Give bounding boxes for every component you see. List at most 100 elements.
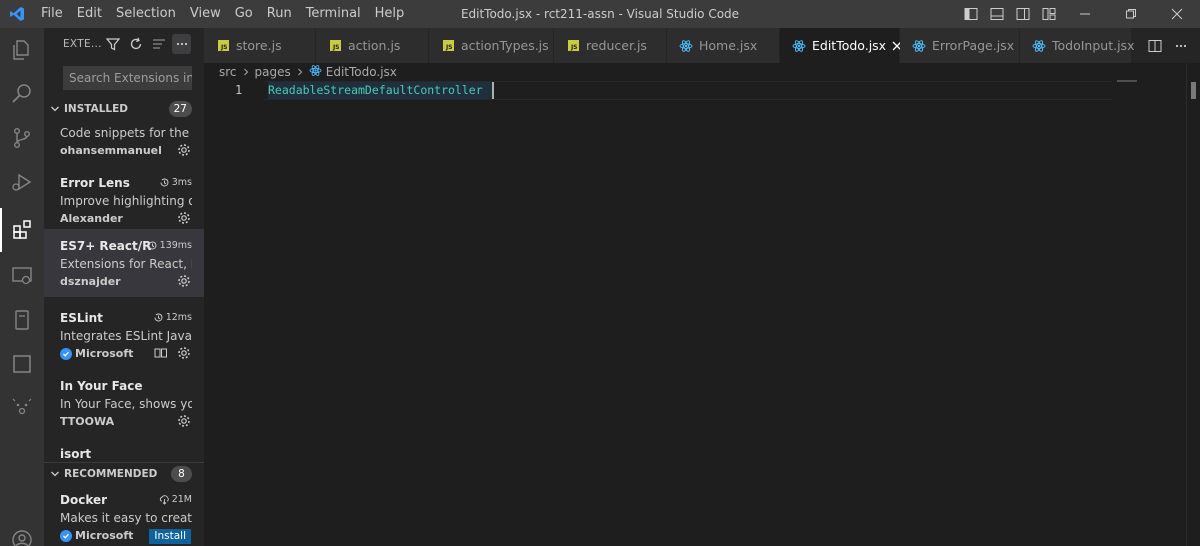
extension-name: isort (60, 447, 92, 461)
extension-name: Error Lens (60, 176, 130, 190)
accounts-icon[interactable] (0, 518, 44, 546)
close-window-icon[interactable] (1154, 0, 1200, 28)
menu-edit[interactable]: Edit (70, 0, 109, 28)
manage-gear-icon[interactable] (176, 345, 192, 361)
install-button[interactable]: Install (149, 529, 191, 544)
cloud-download-icon (159, 495, 169, 505)
restore-icon[interactable] (1108, 0, 1154, 28)
tab-home-jsx[interactable]: Home.jsx (667, 28, 780, 63)
notebook-icon[interactable] (0, 298, 44, 342)
manage-gear-icon[interactable] (176, 142, 192, 158)
extension-item[interactable]: isort (44, 442, 204, 462)
toggle-primary-sidebar-icon[interactable] (958, 0, 984, 28)
extension-name: In Your Face (60, 379, 143, 393)
square-icon[interactable] (0, 342, 44, 386)
history-icon (148, 241, 157, 250)
minimap[interactable] (1117, 80, 1137, 82)
explorer-icon[interactable] (0, 28, 44, 72)
manage-gear-icon[interactable] (176, 413, 192, 429)
recommended-section-header[interactable]: RECOMMENDED 8 (44, 462, 204, 484)
extension-description: Code snippets for the ... (60, 126, 192, 140)
js-file-icon: JS (216, 39, 230, 53)
split-editor-icon[interactable] (1144, 28, 1166, 63)
js-file-icon: JS (441, 39, 455, 53)
tab-action-js[interactable]: JS action.js (316, 28, 429, 63)
extension-publisher: Alexander (60, 212, 123, 225)
install-count: 21M (159, 494, 192, 505)
run-debug-icon[interactable] (0, 160, 44, 204)
breadcrumb-file[interactable]: EditTodo.jsx (326, 65, 397, 79)
menu-go[interactable]: Go (228, 0, 260, 28)
tab-todoinput-jsx[interactable]: TodoInput.jsx (1020, 28, 1134, 63)
in-your-face-icon[interactable] (0, 386, 44, 430)
tab-reducer-js[interactable]: JS reducer.js (554, 28, 667, 63)
extension-publisher: TTOOWA (60, 415, 115, 428)
extension-description: Makes it easy to create... (60, 511, 192, 525)
history-icon (154, 313, 163, 322)
minimize-icon[interactable] (1062, 0, 1108, 28)
extension-item[interactable]: ESLint 12ms Integrates ESLint JavaS... M… (44, 306, 204, 374)
line-number: 1 (235, 83, 243, 97)
extension-description: Integrates ESLint JavaS... (60, 329, 192, 343)
breadcrumb: src pages EditTodo.jsx (219, 63, 397, 81)
manage-gear-icon[interactable] (176, 273, 192, 289)
menu-selection[interactable]: Selection (109, 0, 183, 28)
customize-layout-icon[interactable] (1036, 0, 1062, 28)
code-line[interactable]: ReadableStreamDefaultController (268, 82, 483, 99)
toggle-panel-icon[interactable] (984, 0, 1010, 28)
breadcrumb-pages[interactable]: pages (255, 65, 291, 79)
tab-errorpage-jsx[interactable]: ErrorPage.jsx (900, 28, 1020, 63)
extension-name: ESLint (60, 311, 103, 325)
extensions-icon[interactable] (0, 208, 44, 252)
verified-publisher-icon (60, 347, 72, 360)
menu-bar: File Edit Selection View Go Run Terminal… (34, 0, 411, 28)
workspace-recommendation-icon[interactable] (154, 346, 168, 360)
extension-item[interactable]: Docker 21M Makes it easy to create... Mi… (44, 488, 204, 546)
chevron-down-icon (46, 469, 64, 479)
react-icon (1032, 39, 1046, 53)
react-icon (309, 64, 322, 80)
menu-view[interactable]: View (183, 0, 228, 28)
react-icon (679, 39, 693, 53)
editor-more-actions-icon[interactable] (1170, 28, 1192, 63)
extension-item[interactable]: In Your Face In Your Face, shows yo... T… (44, 374, 204, 442)
extension-item[interactable]: Code snippets for the ... ohansemmanuel (44, 103, 204, 171)
clear-results-icon[interactable] (147, 32, 170, 56)
refresh-icon[interactable] (125, 32, 148, 56)
manage-gear-icon[interactable] (176, 210, 192, 226)
extensions-search-input[interactable]: Search Extensions in... (63, 66, 192, 90)
extension-publisher: dsznajder (60, 275, 121, 288)
extension-publisher: Microsoft (60, 529, 133, 542)
react-icon (912, 39, 926, 53)
breadcrumb-src[interactable]: src (219, 65, 237, 79)
tab-actiontypes-js[interactable]: JS actionTypes.js (429, 28, 554, 63)
title-bar: File Edit Selection View Go Run Terminal… (0, 0, 1200, 28)
menu-run[interactable]: Run (260, 0, 299, 28)
search-icon[interactable] (0, 72, 44, 116)
extension-publisher: Microsoft (60, 347, 133, 360)
text-cursor (492, 82, 494, 99)
menu-help[interactable]: Help (368, 0, 412, 28)
history-icon (160, 178, 169, 187)
window-controls (958, 0, 1200, 28)
toggle-secondary-sidebar-icon[interactable] (1010, 0, 1036, 28)
js-file-icon: JS (566, 39, 580, 53)
filter-icon[interactable] (102, 32, 125, 56)
extensions-sidebar: EXTE... Search Extensions in... INSTALLE… (44, 28, 204, 546)
react-icon (792, 39, 806, 53)
scrollbar-thumb[interactable] (1191, 82, 1196, 99)
more-actions-icon[interactable] (172, 34, 192, 54)
source-control-icon[interactable] (0, 116, 44, 160)
extension-item-selected[interactable]: ES7+ React/R... 139ms Extensions for Rea… (44, 229, 204, 297)
js-file-icon: JS (328, 39, 342, 53)
tab-store-js[interactable]: JS store.js (204, 28, 316, 63)
remote-explorer-icon[interactable] (0, 254, 44, 298)
sidebar-header: EXTE... (44, 28, 204, 60)
extension-description: Extensions for React, R... (60, 257, 192, 271)
menu-terminal[interactable]: Terminal (299, 0, 368, 28)
menu-file[interactable]: File (34, 0, 70, 28)
activation-time: 3ms (159, 177, 192, 188)
tab-edittodo-jsx[interactable]: EditTodo.jsx (780, 28, 902, 63)
chevron-right-icon (295, 67, 305, 77)
editor-scrollbar[interactable] (1186, 63, 1200, 546)
